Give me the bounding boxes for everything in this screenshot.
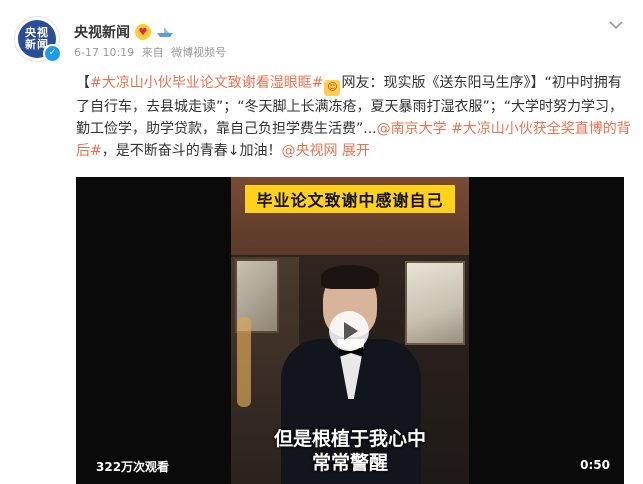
weibo-post-card: 央视新闻 ✓ 央视新闻 ♥ 6-17 10:19 来自 微博视频号 【#大凉山小… [0,0,643,484]
play-icon [344,322,358,340]
mention-cctvcom[interactable]: @央视网 [281,143,337,159]
mention-nju[interactable]: @南京大学 [377,121,447,137]
video-caption-top: 毕业论文致谢中感谢自己 [245,185,455,213]
emoji-badge-icon[interactable]: ♥ [135,24,151,40]
lamp [237,317,251,407]
subtitle-line-1: 但是根植于我心中 [273,428,426,450]
topic-link-main[interactable]: #大凉山小伙毕业论文致谢看湿眼眶# [90,75,323,91]
author-row: 央视新闻 ♥ [74,22,174,42]
post-text: 【#大凉山小伙毕业论文致谢看湿眼眶# ☺ 网友：现实版《送东阳马生序》】“初中时拥有… [76,72,634,162]
person-hair [321,265,379,289]
video-player[interactable]: 毕业论文致谢中感谢自己 但是根植于我心中 常常警醒 322万次观看 0:50 [76,177,624,484]
ship-badge-icon[interactable] [156,25,174,39]
view-count: 322万次观看 [96,460,170,474]
video-duration: 0:50 [580,458,610,472]
post-time[interactable]: 6-17 10:19 [74,46,134,59]
post-body-2: ，是不断奋斗的青春↓加油！ [101,143,282,159]
avatar[interactable]: 央视新闻 ✓ [14,16,62,63]
post-meta: 6-17 10:19 来自 微博视频号 [74,44,226,60]
play-button[interactable] [329,311,369,351]
verified-icon: ✓ [43,44,62,63]
post-source[interactable]: 微博视频号 [171,46,226,59]
source-prefix: 来自 [141,46,164,59]
open-bracket: 【 [76,75,90,91]
expand-link[interactable]: 展开 [342,143,370,159]
author-name[interactable]: 央视新闻 [74,22,130,42]
chevron-down-icon[interactable] [607,16,625,34]
subtitle-line-2: 常常警醒 [311,452,388,474]
emoji-icon: ☺ [324,80,341,96]
painting-right [405,261,465,345]
video-subtitle: 但是根植于我心中 常常警醒 [231,427,469,475]
